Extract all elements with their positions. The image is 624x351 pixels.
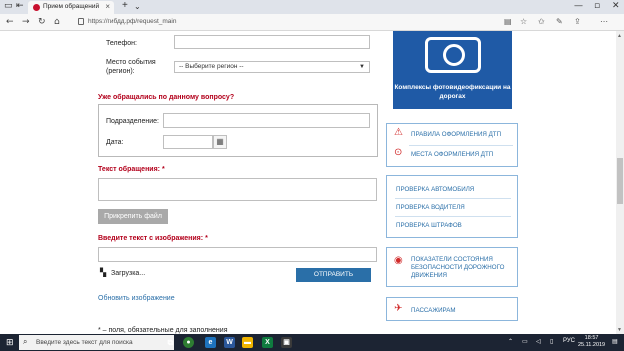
- tab-actions-icon[interactable]: ▭: [4, 1, 13, 11]
- taskbar-clock[interactable]: 18:57 25.11.2019: [578, 335, 605, 349]
- prior-appeal-fieldset: [98, 104, 378, 157]
- file-explorer-icon[interactable]: ▬: [242, 337, 253, 348]
- url-text: https://гибдд.рф/request_main: [88, 18, 177, 25]
- scroll-down-icon[interactable]: ▼: [617, 327, 622, 333]
- scrollbar-thumb[interactable]: [617, 158, 623, 204]
- favicon-icon: [33, 4, 40, 11]
- sidebar-item-passengers: ПАССАЖИРАМ: [411, 307, 456, 314]
- attach-file-button[interactable]: Прикрепить файл: [98, 209, 168, 224]
- tab-title: Прием обращений: [43, 3, 100, 10]
- date-input[interactable]: [163, 135, 213, 149]
- pen-icon[interactable]: ✎: [556, 17, 563, 26]
- excel-icon[interactable]: X: [262, 337, 273, 348]
- tab-close-icon[interactable]: ×: [105, 2, 110, 11]
- sidebar-passengers-box[interactable]: ✈ ПАССАЖИРАМ: [386, 297, 518, 321]
- notifications-icon[interactable]: ▤: [612, 338, 618, 345]
- warning-triangle-icon: ⚠: [394, 127, 403, 138]
- favorite-star-icon[interactable]: ☆: [520, 17, 527, 26]
- home-icon[interactable]: ⌂: [54, 17, 60, 27]
- appeal-textarea[interactable]: [98, 178, 377, 201]
- reading-view-icon[interactable]: ▤: [504, 17, 512, 26]
- division-label: Подразделение:: [106, 118, 159, 125]
- captcha-title: Введите текст с изображения: *: [98, 235, 208, 242]
- sidebar-item-check-fines[interactable]: ПРОВЕРКА ШТРАФОВ: [396, 222, 462, 229]
- chrome-icon[interactable]: ●: [183, 337, 194, 348]
- region-select[interactable]: -- Выберите регион -- ▼: [174, 61, 370, 73]
- captcha-loading-text: Загрузка...: [111, 270, 146, 277]
- clock-time: 18:57: [584, 335, 599, 341]
- share-icon[interactable]: ⇪: [574, 17, 581, 26]
- back-tabs-icon[interactable]: ⇤: [16, 1, 24, 11]
- captcha-input[interactable]: [98, 247, 377, 262]
- minimize-icon[interactable]: —: [574, 1, 583, 11]
- maximize-icon[interactable]: ▫: [594, 1, 600, 11]
- division-input[interactable]: [163, 113, 370, 128]
- refresh-icon[interactable]: ↻: [38, 17, 46, 27]
- appeal-text-title: Текст обращения: *: [98, 166, 165, 173]
- address-bar: ← → ↻ ⌂ https://гибдд.рф/request_main ▤ …: [0, 14, 624, 31]
- sidebar-checks-box: ПРОВЕРКА АВТОМОБИЛЯ ПРОВЕРКА ВОДИТЕЛЯ ПР…: [386, 175, 518, 238]
- favorites-bar-icon[interactable]: ✩: [538, 17, 545, 26]
- sidebar-item-dtp-rules[interactable]: ПРАВИЛА ОФОРМЛЕНИЯ ДТП: [411, 131, 501, 138]
- search-icon: ⌕: [23, 337, 28, 346]
- taskbar-search[interactable]: ⌕ Введите здесь текст для поиска: [19, 335, 174, 350]
- scroll-up-icon[interactable]: ▲: [617, 33, 622, 39]
- close-window-icon[interactable]: ✕: [612, 1, 620, 11]
- windows-start-icon[interactable]: ⊞: [6, 338, 14, 348]
- clock-date: 25.11.2019: [578, 342, 606, 348]
- sidebar-item-check-driver[interactable]: ПРОВЕРКА ВОДИТЕЛЯ: [396, 204, 465, 211]
- app-icon[interactable]: ▣: [281, 337, 292, 348]
- forward-icon[interactable]: →: [22, 17, 30, 27]
- prior-appeal-title: Уже обращались по данному вопросу?: [98, 94, 235, 101]
- browser-titlebar: ▭ ⇤ Прием обращений × + ⌄ — ▫ ✕: [0, 0, 624, 14]
- region-select-value: -- Выберите регион --: [179, 63, 244, 70]
- language-indicator[interactable]: РУС: [563, 338, 575, 344]
- tray-arrow-icon[interactable]: ⌃: [508, 338, 513, 345]
- network-icon[interactable]: ▭: [522, 338, 528, 345]
- edge-icon[interactable]: e: [205, 337, 216, 348]
- date-label: Дата:: [106, 139, 124, 146]
- sidebar-item-check-car[interactable]: ПРОВЕРКА АВТОМОБИЛЯ: [396, 186, 474, 193]
- photo-fixation-banner[interactable]: Комплексы фотовидеофиксации на дорогах: [393, 31, 512, 109]
- windows-taskbar: ⊞ ⌕ Введите здесь текст для поиска ⧉ ● e…: [0, 334, 624, 351]
- phone-label: Телефон:: [106, 40, 137, 47]
- required-footnote: * – поля, обязательные для заполнения: [98, 327, 228, 334]
- refresh-captcha-link[interactable]: Обновить изображение: [98, 295, 175, 302]
- lock-icon: [78, 18, 84, 25]
- calendar-icon[interactable]: ▦: [213, 135, 227, 149]
- submit-button[interactable]: ОТПРАВИТЬ ОБРАЩЕНИЕ: [296, 268, 371, 292]
- word-icon[interactable]: W: [224, 337, 235, 348]
- banner-caption: Комплексы фотовидеофиксации на дорогах: [394, 84, 511, 100]
- volume-icon[interactable]: ◁: [536, 338, 541, 345]
- passengers-icon: ✈: [394, 303, 403, 314]
- region-label: Место события (регион):: [106, 59, 156, 75]
- location-pin-icon: ⊙: [394, 147, 403, 158]
- tab-dropdown-icon[interactable]: ⌄: [134, 2, 141, 11]
- battery-icon[interactable]: ▯: [550, 338, 553, 345]
- sidebar-dtp-box: ⚠ ПРАВИЛА ОФОРМЛЕНИЯ ДТП ⊙ МЕСТА ОФОРМЛЕ…: [386, 123, 518, 167]
- back-icon[interactable]: ←: [6, 17, 14, 27]
- phone-input[interactable]: [174, 35, 370, 49]
- new-tab-icon[interactable]: +: [122, 0, 128, 11]
- sidebar-item-dtp-places[interactable]: МЕСТА ОФОРМЛЕНИЯ ДТП: [411, 151, 493, 158]
- sidebar-stats-box[interactable]: ◉ ПОКАЗАТЕЛИ СОСТОЯНИЯ БЕЗОПАСНОСТИ ДОРО…: [386, 247, 518, 287]
- task-view-icon[interactable]: ⧉: [165, 337, 176, 348]
- more-icon[interactable]: ⋯: [600, 17, 608, 26]
- chart-badge-icon: ◉: [394, 255, 403, 266]
- chevron-down-icon: ▼: [359, 64, 365, 70]
- sidebar-item-safety-stats: ПОКАЗАТЕЛИ СОСТОЯНИЯ БЕЗОПАСНОСТИ ДОРОЖН…: [411, 256, 505, 279]
- broken-image-icon: ▚: [100, 268, 107, 277]
- url-field[interactable]: https://гибдд.рф/request_main: [78, 16, 498, 29]
- page-content: Телефон: Место события (регион): -- Выбе…: [0, 31, 624, 334]
- browser-tab[interactable]: Прием обращений ×: [28, 1, 114, 14]
- camera-icon: [425, 37, 481, 73]
- taskbar-search-placeholder: Введите здесь текст для поиска: [36, 339, 133, 346]
